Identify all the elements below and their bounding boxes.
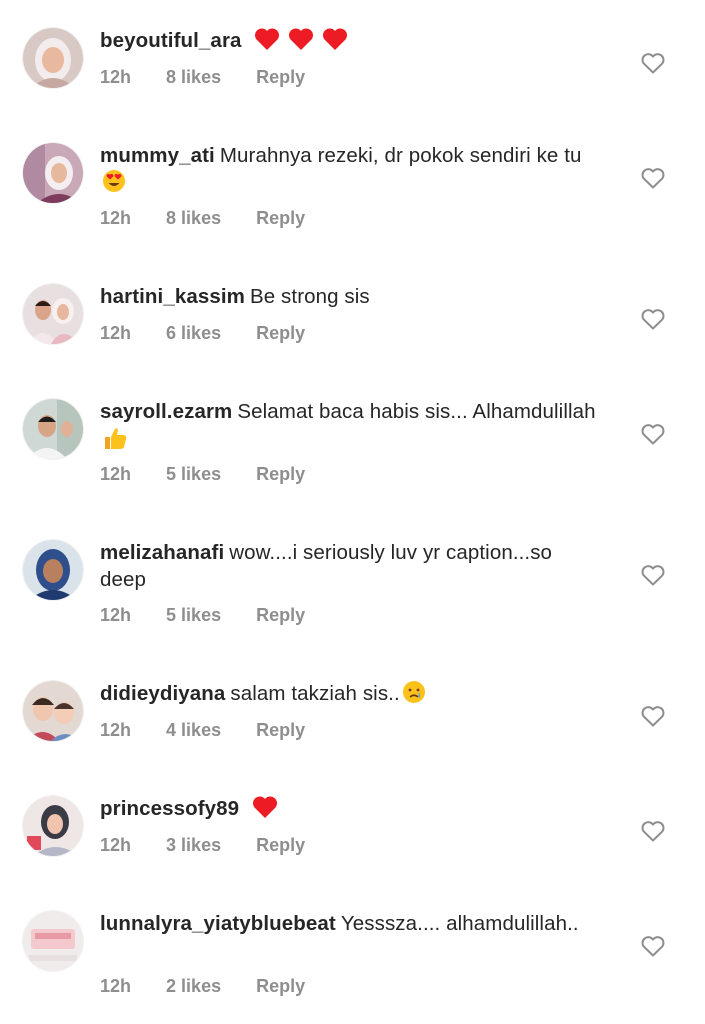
comment-username[interactable]: didieydiyana	[100, 682, 225, 705]
comment-time: 12h	[100, 323, 132, 343]
avatar[interactable]	[23, 284, 83, 344]
comment-text: princessofy89	[100, 795, 600, 826]
comment-text: beyoutiful_ara	[100, 27, 600, 58]
comment-username[interactable]: sayroll.ezarm	[100, 400, 232, 423]
reply-button[interactable]: Reply	[256, 323, 305, 344]
comment-likes[interactable]: 3 likes	[166, 835, 221, 856]
comment-meta: 12h 4 likes Reply	[100, 720, 305, 741]
like-heart-icon[interactable]	[640, 51, 666, 75]
comment-time: 12h	[100, 208, 132, 228]
avatar[interactable]	[23, 399, 83, 459]
comment-likes[interactable]: 2 likes	[166, 976, 221, 997]
comment-time: 12h	[100, 67, 132, 87]
comment-meta: 12h 6 likes Reply	[100, 323, 305, 344]
comment-text: melizahanafi wow....i seriously luv yr ca…	[100, 539, 600, 593]
comment-body: Murahnya rezeki, dr pokok sendiri ke tu	[219, 144, 582, 167]
thumbs-up-icon	[102, 425, 128, 458]
comment-body: Selamat baca habis sis... Alhamdulillah	[237, 400, 596, 423]
comment-time: 12h	[100, 720, 132, 740]
comment-likes[interactable]: 6 likes	[166, 323, 221, 344]
comment-text: mummy_ati Murahnya rezeki, dr pokok sendi…	[100, 142, 600, 200]
like-heart-icon[interactable]	[640, 934, 666, 958]
crying-face-icon	[402, 680, 426, 711]
comment-username[interactable]: mummy_ati	[100, 144, 215, 167]
comment-username[interactable]: hartini_kassim	[100, 285, 245, 308]
comment-username[interactable]: melizahanafi	[100, 541, 224, 564]
comment-body: salam takziah sis..	[230, 682, 400, 705]
like-heart-icon[interactable]	[640, 307, 666, 331]
reply-button[interactable]: Reply	[256, 208, 305, 229]
avatar[interactable]	[23, 28, 83, 88]
comment-meta: 12h 3 likes Reply	[100, 835, 305, 856]
red-heart-icon	[252, 795, 278, 826]
comment-meta: 12h 8 likes Reply	[100, 67, 305, 88]
reply-button[interactable]: Reply	[256, 464, 305, 485]
reply-button[interactable]: Reply	[256, 835, 305, 856]
avatar[interactable]	[23, 911, 83, 971]
comment-body: Yesssza.... alhamdulillah..	[340, 912, 579, 935]
avatar[interactable]	[23, 143, 83, 203]
like-heart-icon[interactable]	[640, 704, 666, 728]
comment-username[interactable]: beyoutiful_ara	[100, 29, 242, 52]
avatar[interactable]	[23, 681, 83, 741]
red-heart-icon	[322, 27, 348, 58]
comment-body: Be strong sis	[249, 285, 370, 308]
comment-time: 12h	[100, 464, 132, 484]
comment-time: 12h	[100, 835, 132, 855]
comment-meta: 12h 5 likes Reply	[100, 605, 305, 626]
comment-likes[interactable]: 5 likes	[166, 464, 221, 485]
avatar[interactable]	[23, 540, 83, 600]
like-heart-icon[interactable]	[640, 166, 666, 190]
like-heart-icon[interactable]	[640, 819, 666, 843]
reply-button[interactable]: Reply	[256, 976, 305, 997]
like-heart-icon[interactable]	[640, 563, 666, 587]
comment-meta: 12h 5 likes Reply	[100, 464, 305, 485]
red-heart-icon	[254, 27, 280, 58]
comment-text: didieydiyana salam takziah sis..	[100, 680, 600, 711]
red-heart-icon	[288, 27, 314, 58]
comment-likes[interactable]: 5 likes	[166, 605, 221, 626]
comment-time: 12h	[100, 976, 132, 996]
comment-username[interactable]: princessofy89	[100, 797, 239, 820]
reply-button[interactable]: Reply	[256, 605, 305, 626]
comment-likes[interactable]: 4 likes	[166, 720, 221, 741]
comment-text: hartini_kassim Be strong sis	[100, 283, 600, 310]
comment-text: lunnalyra_yiatybluebeat Yesssza.... alham…	[100, 910, 600, 937]
reply-button[interactable]: Reply	[256, 67, 305, 88]
heart-eyes-icon	[102, 169, 126, 200]
comment-likes[interactable]: 8 likes	[166, 208, 221, 229]
comment-time: 12h	[100, 605, 132, 625]
comment-text: sayroll.ezarm Selamat baca habis sis... A…	[100, 398, 600, 458]
reply-button[interactable]: Reply	[256, 720, 305, 741]
comment-likes[interactable]: 8 likes	[166, 67, 221, 88]
comment-meta: 12h 8 likes Reply	[100, 208, 305, 229]
like-heart-icon[interactable]	[640, 422, 666, 446]
comment-meta: 12h 2 likes Reply	[100, 976, 305, 997]
avatar[interactable]	[23, 796, 83, 856]
comment-username[interactable]: lunnalyra_yiatybluebeat	[100, 912, 336, 935]
